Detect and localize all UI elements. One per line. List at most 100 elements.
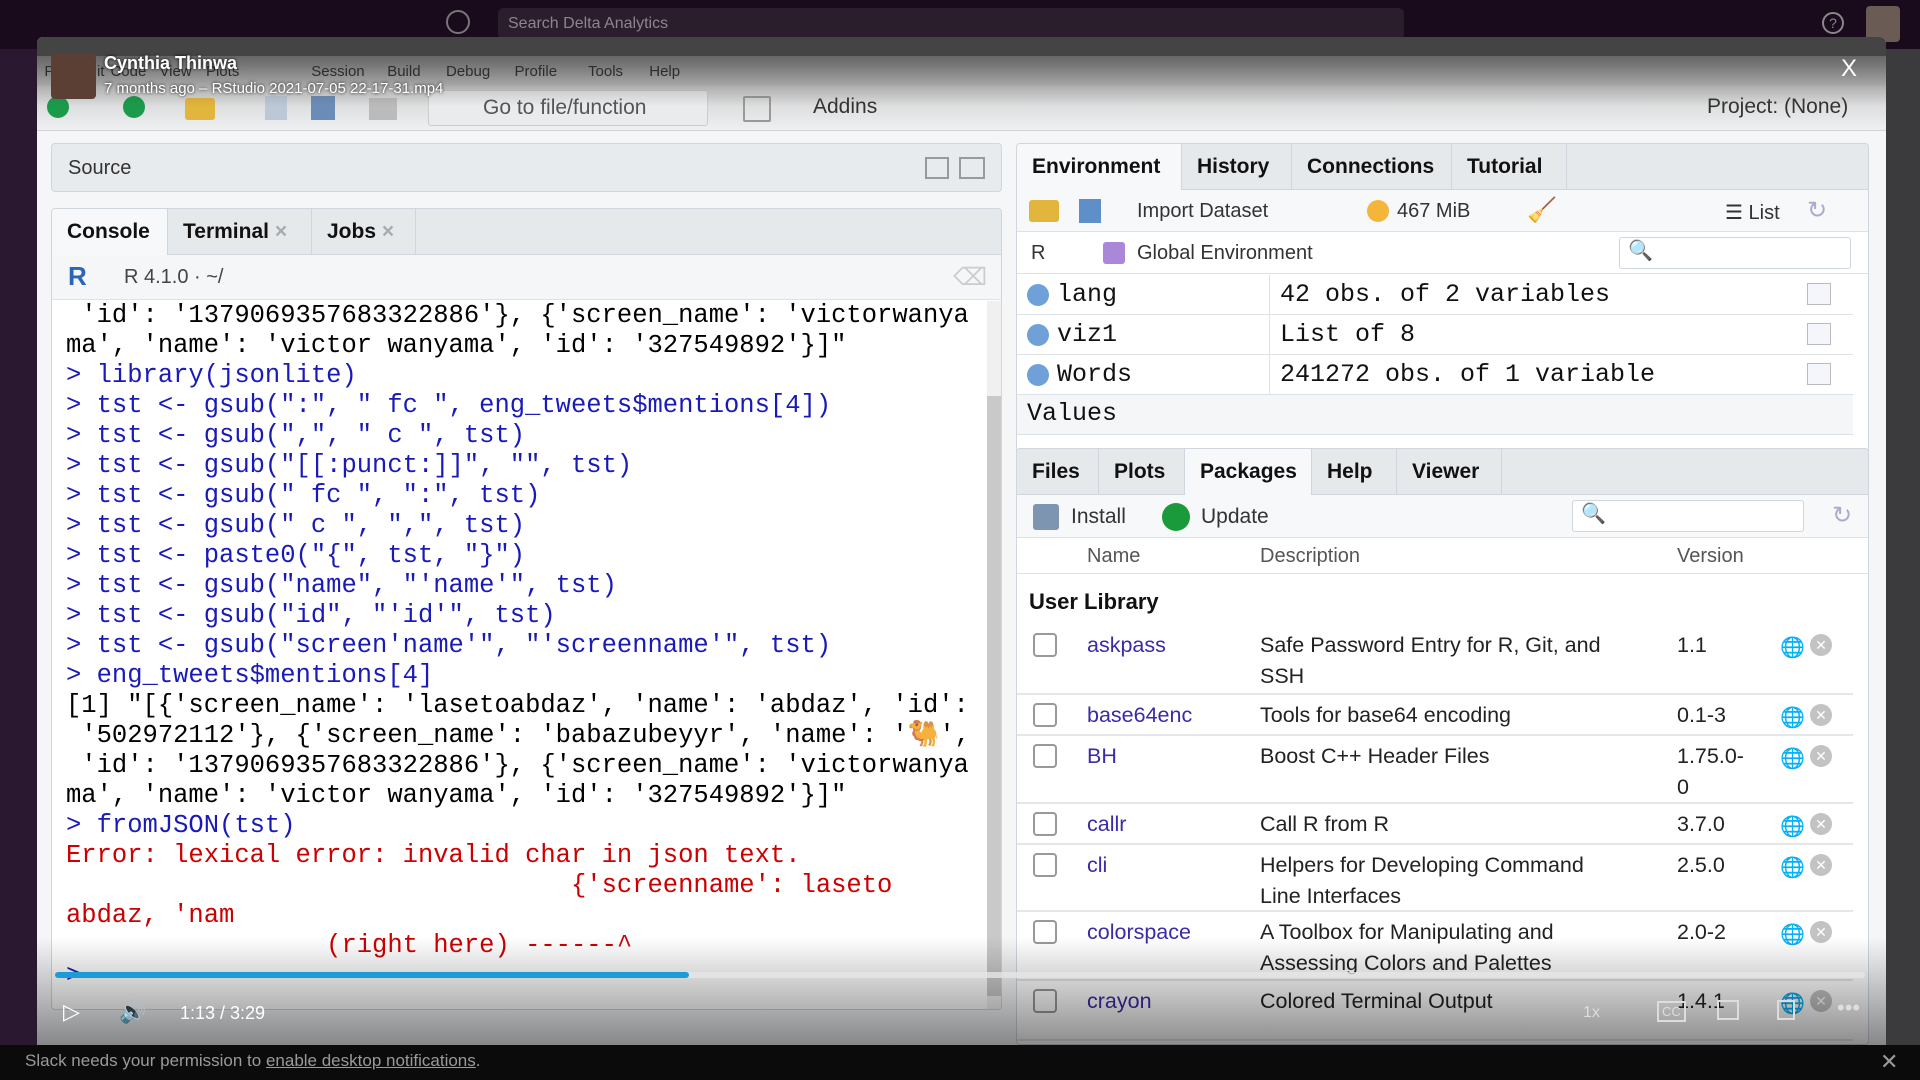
package-version: 2.5.0 <box>1677 853 1725 877</box>
refresh-icon[interactable]: ↻ <box>1832 501 1852 530</box>
console-line: > tst <- gsub("name", "'name'", tst) <box>66 571 617 600</box>
package-name-link[interactable]: askpass <box>1087 630 1166 661</box>
package-name-link[interactable]: callr <box>1087 809 1126 840</box>
package-checkbox[interactable] <box>1033 703 1057 727</box>
tab-environment[interactable]: Environment <box>1017 144 1182 191</box>
package-checkbox[interactable] <box>1033 633 1057 657</box>
help-icon[interactable]: ? <box>1822 12 1844 34</box>
broom-icon[interactable]: 🧹 <box>1527 196 1557 225</box>
package-checkbox[interactable] <box>1033 853 1057 877</box>
package-name-link[interactable]: base64enc <box>1087 700 1192 731</box>
captions-icon[interactable]: CC <box>1657 1001 1686 1022</box>
globe-icon[interactable]: 🌐 <box>1780 853 1805 884</box>
tab-terminal[interactable]: Terminal × <box>168 209 312 255</box>
globe-icon[interactable]: 🌐 <box>1780 703 1805 734</box>
table-icon[interactable] <box>1807 283 1831 305</box>
tab-help[interactable]: Help <box>1312 449 1397 495</box>
expand-icon[interactable] <box>1027 364 1049 386</box>
tab-files[interactable]: Files <box>1017 449 1099 495</box>
search-icon[interactable] <box>1807 323 1831 345</box>
tab-label: Terminal <box>183 220 269 243</box>
sidebar-view-icon[interactable] <box>1717 1000 1739 1020</box>
console-line: {'screenname': laseto <box>66 871 893 900</box>
maximize-pane-icon[interactable] <box>959 157 985 179</box>
close-icon[interactable]: × <box>275 220 287 243</box>
column-name[interactable]: Name <box>1087 545 1140 568</box>
slack-search-input[interactable]: Search Delta Analytics <box>498 8 1404 40</box>
environment-toolbar: Import Dataset 467 MiB 🧹 ☰ List ↻ <box>1017 190 1868 232</box>
clear-console-icon[interactable]: ⌫ <box>953 263 987 292</box>
update-icon <box>1162 503 1190 531</box>
scrollbar-thumb[interactable] <box>987 396 1001 996</box>
variable-name: lang <box>1057 280 1118 309</box>
install-icon <box>1033 504 1059 530</box>
volume-icon[interactable]: 🔊 <box>119 999 146 1025</box>
console-line: > tst <- gsub("screen'name'", "'screenna… <box>66 631 832 660</box>
close-notification-icon[interactable]: ✕ <box>1880 1049 1898 1075</box>
view-mode-button[interactable]: ☰ List <box>1725 200 1780 225</box>
notification-end: . <box>475 1051 481 1070</box>
slack-right-panel <box>1886 49 1920 1045</box>
save-workspace-icon[interactable] <box>1079 199 1101 223</box>
package-checkbox[interactable] <box>1033 744 1057 768</box>
console-scrollbar[interactable] <box>987 301 1001 1009</box>
language-select[interactable]: R <box>1031 242 1045 265</box>
scope-select[interactable]: Global Environment <box>1137 242 1313 265</box>
packages-tabbar: Files Plots Packages Help Viewer <box>1017 449 1868 496</box>
tab-viewer[interactable]: Viewer <box>1397 449 1502 495</box>
tab-tutorial[interactable]: Tutorial <box>1452 144 1567 190</box>
memory-usage-button[interactable]: 467 MiB <box>1397 200 1470 223</box>
console-output[interactable]: 'id': '1379069357683322886'}, {'screen_n… <box>66 301 996 991</box>
restore-pane-icon[interactable] <box>925 157 949 179</box>
column-description[interactable]: Description <box>1260 545 1360 568</box>
package-row: base64enc Tools for base64 encoding 0.1-3 🌐… <box>1017 695 1853 736</box>
video-progress-track[interactable] <box>55 972 1865 978</box>
environment-row[interactable]: viz1 List of 8 <box>1017 315 1853 355</box>
tab-console[interactable]: Console <box>52 209 168 256</box>
package-name-link[interactable]: cli <box>1087 850 1107 881</box>
tab-jobs[interactable]: Jobs × <box>312 209 416 255</box>
remove-package-icon[interactable]: ✕ <box>1810 634 1832 656</box>
packages-toolbar: Install Update 🔍 ↻ <box>1017 495 1868 538</box>
remove-package-icon[interactable]: ✕ <box>1810 854 1832 876</box>
more-options-icon[interactable]: ••• <box>1837 995 1860 1021</box>
speed-button[interactable]: 1x <box>1583 1004 1600 1022</box>
package-checkbox[interactable] <box>1033 812 1057 836</box>
popout-icon[interactable] <box>1777 1000 1795 1020</box>
expand-icon[interactable] <box>1027 324 1049 346</box>
tab-connections[interactable]: Connections <box>1292 144 1452 190</box>
install-button[interactable]: Install <box>1071 505 1126 529</box>
remove-package-icon[interactable]: ✕ <box>1810 813 1832 835</box>
package-name-link[interactable]: BH <box>1087 741 1117 772</box>
expand-icon[interactable] <box>1027 284 1049 306</box>
globe-icon[interactable]: 🌐 <box>1780 633 1805 664</box>
globe-icon[interactable]: 🌐 <box>1780 812 1805 843</box>
packages-search-input[interactable]: 🔍 <box>1572 500 1804 532</box>
environment-row[interactable]: Words 241272 obs. of 1 variable <box>1017 355 1853 395</box>
close-icon[interactable]: × <box>382 220 394 243</box>
tab-history[interactable]: History <box>1182 144 1292 190</box>
console-pane: Console Terminal × Jobs × R R 4.1.0 · ~/… <box>51 208 1002 1010</box>
play-button[interactable]: ▷ <box>63 999 80 1025</box>
update-button[interactable]: Update <box>1201 505 1269 529</box>
environment-row[interactable]: lang 42 obs. of 2 variables <box>1017 275 1853 315</box>
table-icon[interactable] <box>1807 363 1831 385</box>
variable-name: Words <box>1057 360 1133 389</box>
remove-package-icon[interactable]: ✕ <box>1810 704 1832 726</box>
video-player[interactable]: FileEditCodeViewPlotsSessionBuildDebugPr… <box>37 37 1886 1045</box>
column-version[interactable]: Version <box>1677 545 1744 568</box>
video-close-button[interactable]: X <box>1841 55 1857 83</box>
console-tabbar: Console Terminal × Jobs × <box>52 209 1001 256</box>
import-dataset-button[interactable]: Import Dataset <box>1137 200 1268 223</box>
console-line: 'id': '1379069357683322886'}, {'screen_n… <box>66 751 969 780</box>
load-workspace-icon[interactable] <box>1029 200 1059 222</box>
tab-packages[interactable]: Packages <box>1185 449 1312 496</box>
remove-package-icon[interactable]: ✕ <box>1810 745 1832 767</box>
environment-search-input[interactable]: 🔍 <box>1619 237 1851 269</box>
globe-icon[interactable]: 🌐 <box>1780 744 1805 775</box>
history-icon[interactable] <box>446 10 470 34</box>
tab-plots[interactable]: Plots <box>1099 449 1185 495</box>
enable-notifications-link[interactable]: enable desktop notifications <box>266 1051 476 1070</box>
refresh-icon[interactable]: ↻ <box>1807 196 1827 225</box>
package-version: 1.75.0-0 <box>1677 744 1744 799</box>
